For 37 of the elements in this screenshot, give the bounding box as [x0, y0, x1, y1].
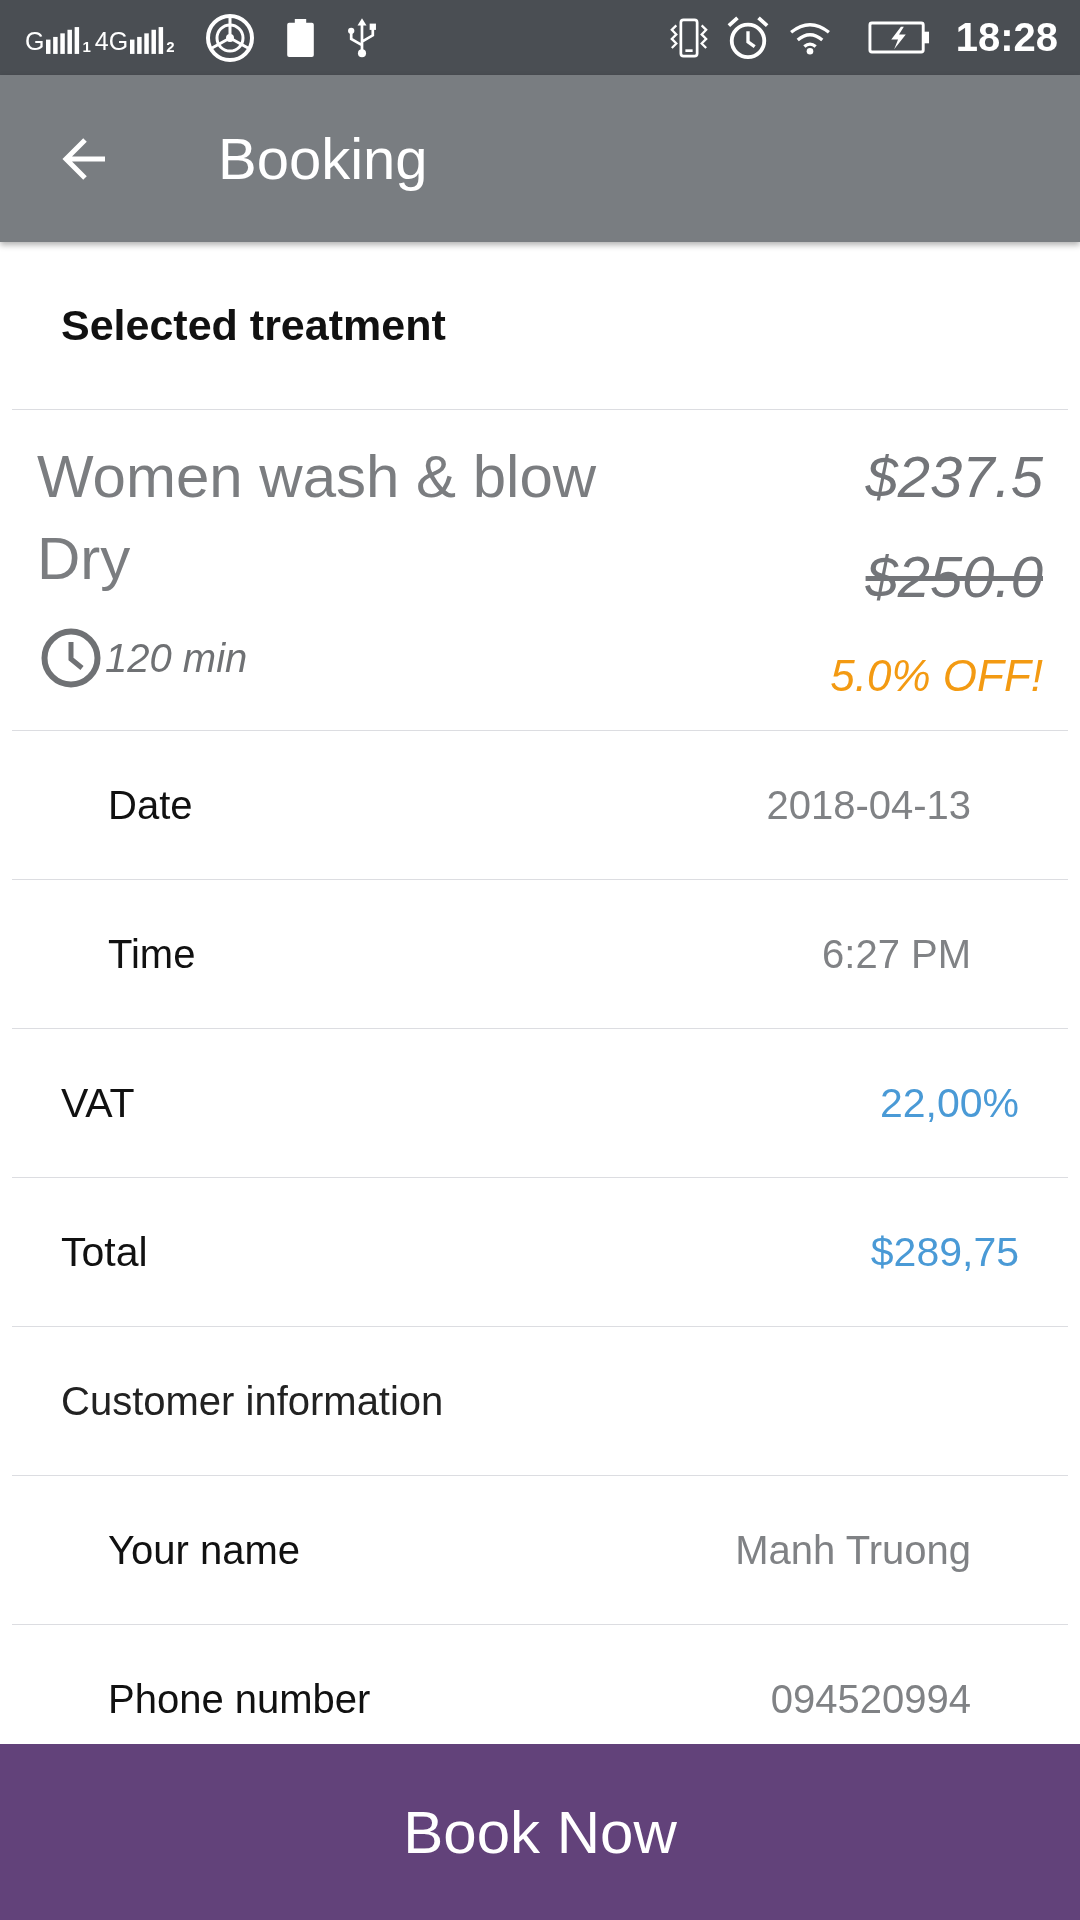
back-button[interactable]	[60, 135, 108, 182]
field-label: Time	[108, 931, 196, 977]
network-label: 4G	[94, 27, 129, 54]
section-title: Selected treatment	[61, 301, 446, 350]
vibrate-icon	[669, 16, 708, 59]
section-heading: Customer information	[61, 1378, 444, 1424]
treatment-name: Women wash & blow Dry	[37, 442, 598, 594]
duration-text: 120 min	[105, 635, 248, 681]
summary-value: $289,75	[870, 1228, 1019, 1276]
discount-text: 5.0% OFF!	[830, 650, 1043, 702]
field-value: 6:27 PM	[822, 931, 971, 977]
battery-icon	[286, 18, 314, 57]
field-label: Your name	[108, 1527, 300, 1573]
alarm-clock-icon	[725, 15, 770, 60]
field-value: 094520994	[770, 1676, 971, 1722]
wheel-icon	[204, 12, 255, 63]
summary-label: VAT	[61, 1079, 135, 1127]
signal-icon	[130, 26, 165, 54]
clock-icon	[41, 628, 101, 688]
signal-icon	[46, 26, 81, 54]
field-value: 2018-04-13	[766, 782, 971, 828]
back-arrow-icon	[61, 136, 107, 181]
battery-charging-icon	[867, 21, 930, 54]
clock-time: 18:28	[955, 15, 1058, 60]
field-label: Phone number	[108, 1676, 371, 1722]
summary-value: 22,00%	[879, 1079, 1019, 1127]
field-label: Date	[108, 782, 193, 828]
original-price-text: $250.0	[865, 543, 1043, 611]
book-now-button[interactable]: Book Now	[0, 1744, 1080, 1920]
sim-label: 1	[82, 38, 91, 54]
screen-title: Booking	[218, 125, 428, 192]
field-value: Manh Truong	[735, 1527, 971, 1573]
wifi-icon	[787, 20, 832, 55]
price-text: $237.5	[865, 443, 1043, 511]
summary-label: Total	[61, 1228, 148, 1276]
sim-label: 2	[166, 38, 175, 54]
network-label: G	[25, 27, 45, 54]
